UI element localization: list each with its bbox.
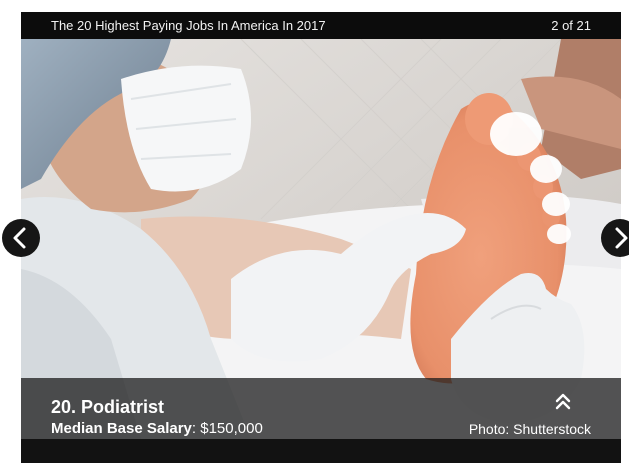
- chevron-right-icon: [615, 227, 628, 249]
- salary-value: : $150,000: [191, 420, 263, 437]
- slide-counter: 2 of 21: [551, 18, 591, 33]
- next-slide-button[interactable]: [601, 219, 629, 257]
- slideshow-title: The 20 Highest Paying Jobs In America In…: [51, 18, 326, 33]
- slideshow-frame: The 20 Highest Paying Jobs In America In…: [21, 12, 621, 463]
- previous-slide-button[interactable]: [2, 219, 40, 257]
- slideshow-footer: [21, 439, 621, 463]
- salary-line: Median Base Salary: $150,000: [51, 420, 263, 437]
- slide-caption: 20. Podiatrist Median Base Salary: $150,…: [21, 378, 621, 439]
- chevron-left-icon: [13, 227, 26, 249]
- slideshow-header: The 20 Highest Paying Jobs In America In…: [21, 12, 621, 39]
- salary-label: Median Base Salary: [51, 420, 192, 437]
- double-chevron-up-icon[interactable]: [554, 392, 572, 412]
- slide-heading: 20. Podiatrist: [51, 397, 165, 417]
- photo-credit: Photo: Shutterstock: [468, 421, 591, 437]
